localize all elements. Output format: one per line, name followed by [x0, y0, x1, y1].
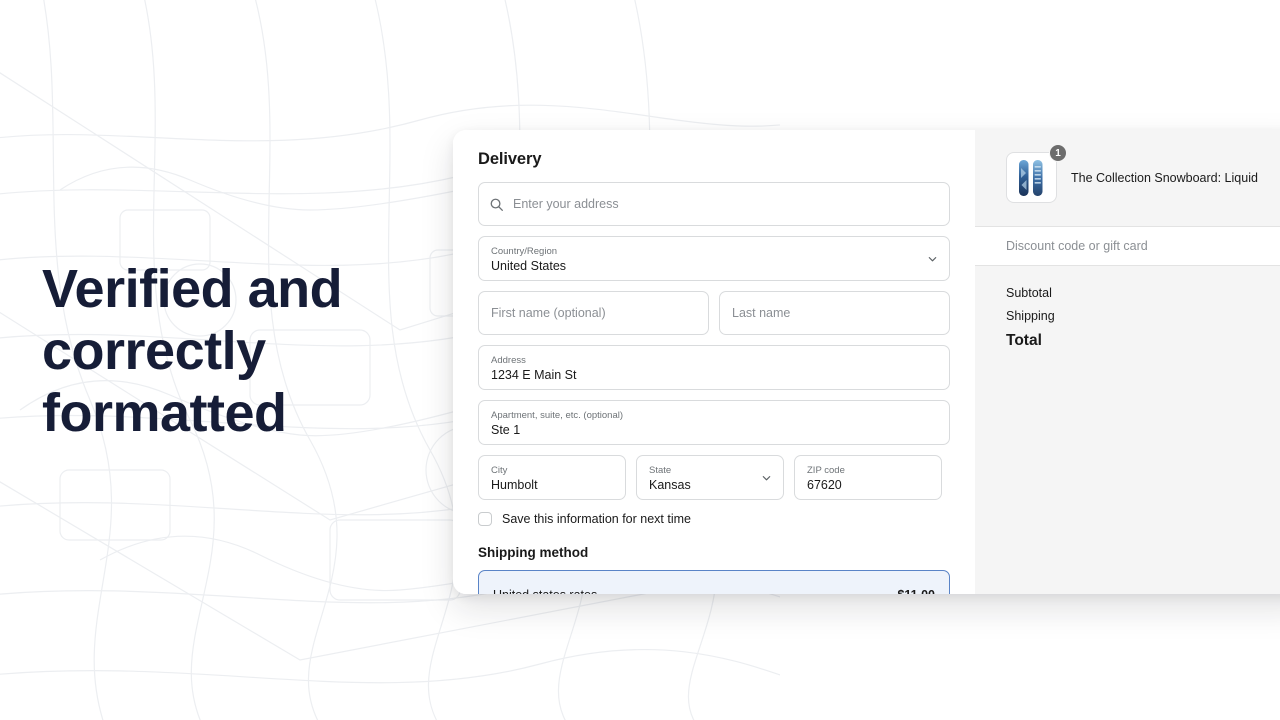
name-row: First name (optional) Last name — [478, 291, 950, 345]
discount-code-placeholder: Discount code or gift card — [1006, 239, 1148, 253]
save-information-label: Save this information for next time — [502, 512, 691, 526]
zip-code-input[interactable]: ZIP code 67620 — [794, 455, 942, 500]
last-name-input[interactable]: Last name — [719, 291, 950, 335]
search-icon — [489, 197, 504, 212]
shipping-label: Shipping — [1006, 309, 1055, 323]
apartment-input[interactable]: Apartment, suite, etc. (optional) Ste 1 — [478, 400, 950, 445]
city-input[interactable]: City Humbolt — [478, 455, 626, 500]
shipping-option-label: United states rates — [493, 588, 597, 594]
city-label: City — [491, 464, 508, 476]
state-label: State — [649, 464, 672, 476]
shipping-row: Shipping — [1006, 309, 1280, 323]
city-state-zip-row: City Humbolt State Kansas ZIP code 67620 — [478, 455, 950, 510]
chevron-down-icon — [927, 253, 938, 264]
product-quantity-badge: 1 — [1049, 144, 1067, 162]
state-select[interactable]: State Kansas — [636, 455, 784, 500]
address-input[interactable]: Address 1234 E Main St — [478, 345, 950, 390]
hero-headline: Verified and correctly formatted — [42, 258, 442, 444]
product-title: The Collection Snowboard: Liquid — [1071, 170, 1258, 185]
zip-code-value: 67620 — [807, 477, 842, 492]
discount-code-input[interactable]: Discount code or gift card — [975, 226, 1280, 266]
shipping-option-united-states-rates[interactable]: United states rates $11.00 — [478, 570, 950, 594]
country-region-label: Country/Region — [491, 245, 558, 257]
country-region-value: United States — [491, 258, 567, 273]
first-name-input[interactable]: First name (optional) — [478, 291, 709, 335]
save-information-row[interactable]: Save this information for next time — [478, 512, 950, 526]
apartment-value: Ste 1 — [491, 422, 521, 437]
hero-line-1: Verified and — [42, 259, 343, 319]
order-totals: Subtotal Shipping Total — [975, 286, 1280, 350]
snowboard-icon — [1018, 159, 1042, 196]
product-thumbnail-wrap: 1 — [1006, 144, 1067, 203]
order-line-item: 1 The Collection Snowboard: Liquid — [975, 144, 1280, 203]
last-name-placeholder: Last name — [732, 306, 791, 320]
shipping-option-price: $11.00 — [897, 588, 935, 594]
address-label: Address — [491, 354, 526, 366]
first-name-placeholder: First name (optional) — [491, 306, 606, 320]
hero-line-3: formatted — [42, 383, 287, 443]
grand-total-row: Total — [1006, 332, 1280, 350]
city-value: Humbolt — [491, 477, 538, 492]
grand-total-label: Total — [1006, 332, 1042, 349]
country-region-select[interactable]: Country/Region United States — [478, 236, 950, 281]
zip-code-label: ZIP code — [807, 464, 845, 476]
delivery-form-pane: Delivery Enter your address Country/Regi… — [453, 130, 975, 594]
delivery-section-title: Delivery — [478, 150, 542, 168]
address-value: 1234 E Main St — [491, 367, 577, 382]
subtotal-row: Subtotal — [1006, 286, 1280, 300]
order-summary-pane: 1 The Collection Snowboard: Liquid Disco… — [975, 130, 1280, 594]
address-search-placeholder: Enter your address — [513, 197, 619, 211]
product-thumbnail — [1006, 152, 1057, 203]
shipping-method-title: Shipping method — [478, 545, 589, 560]
checkout-window: Delivery Enter your address Country/Regi… — [453, 130, 1280, 594]
address-search-input[interactable]: Enter your address — [478, 182, 950, 226]
save-information-checkbox[interactable] — [478, 512, 492, 526]
subtotal-label: Subtotal — [1006, 286, 1052, 300]
chevron-down-icon — [761, 472, 772, 483]
apartment-label: Apartment, suite, etc. (optional) — [491, 409, 624, 421]
state-value: Kansas — [649, 477, 691, 492]
hero-line-2: correctly — [42, 321, 266, 381]
